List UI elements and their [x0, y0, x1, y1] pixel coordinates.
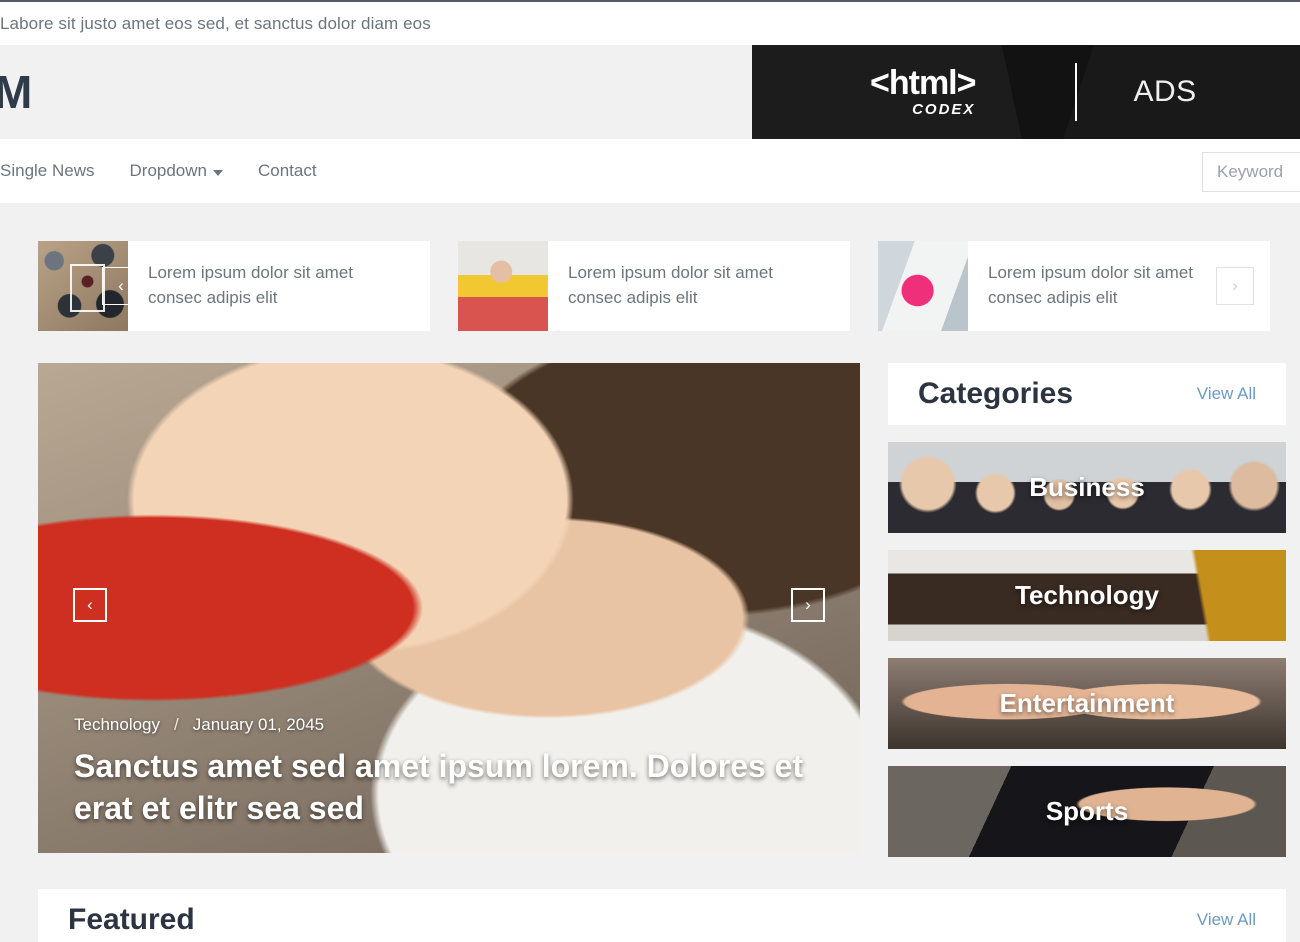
ad-banner[interactable]: <html> CODEX ADS [752, 45, 1300, 139]
search-input[interactable] [1217, 162, 1300, 182]
nav-item-label: Dropdown [129, 161, 208, 180]
ad-codex-text: CODEX [912, 101, 976, 118]
category-label: Entertainment [999, 688, 1175, 718]
news-card[interactable]: Lorem ipsum dolor sit amet consec adipis… [458, 241, 850, 331]
main-content-row: ‹ › Technology / January 01, 2045 Sanctu… [0, 363, 1300, 857]
hero-category[interactable]: Technology [74, 715, 160, 735]
page-root: Labore sit justo amet eos sed, et sanctu… [0, 0, 1300, 942]
news-card-title: Lorem ipsum dolor sit amet consec adipis… [148, 263, 354, 307]
search-box[interactable] [1202, 152, 1300, 192]
category-tile-technology[interactable]: Technology [888, 550, 1286, 641]
site-tagline: Labore sit justo amet eos sed, et sanctu… [0, 13, 431, 33]
categories-title: Categories [918, 377, 1074, 410]
nav-links: Single News Dropdown Contact [0, 161, 317, 181]
chevron-down-icon [213, 169, 223, 176]
category-label: Technology [1015, 580, 1159, 610]
categories-view-all-link[interactable]: View All [1197, 384, 1256, 404]
hero-caption: Technology / January 01, 2045 Sanctus am… [74, 715, 824, 829]
nav-item-single-news[interactable]: Single News [0, 161, 95, 181]
hero-meta: Technology / January 01, 2045 [74, 715, 824, 735]
site-logo[interactable]: M [0, 69, 32, 115]
ad-label: ADS [1133, 75, 1197, 108]
hero-date: January 01, 2045 [192, 714, 325, 734]
hero-prev-icon[interactable]: ‹ [73, 588, 107, 622]
hero-next-icon[interactable]: › [791, 588, 825, 622]
nav-item-label: Contact [258, 161, 317, 180]
hero-headline[interactable]: Sanctus amet sed amet ipsum lorem. Dolor… [74, 745, 824, 829]
news-thumbnail [458, 241, 548, 331]
news-card[interactable]: Lorem ipsum dolor sit amet consec adipis… [878, 241, 1270, 331]
category-label: Business [1029, 472, 1145, 502]
nav-item-label: Single News [0, 161, 95, 180]
nav-item-contact[interactable]: Contact [258, 161, 317, 181]
news-thumbnail [878, 241, 968, 331]
featured-view-all-link[interactable]: View All [1197, 910, 1256, 930]
ad-html-tag-text: <html> [870, 64, 976, 102]
news-carousel-prev-icon[interactable]: ‹ [102, 267, 140, 305]
main-navbar: Single News Dropdown Contact [0, 139, 1300, 203]
top-bar: Labore sit justo amet eos sed, et sanctu… [0, 0, 1300, 45]
site-header: M <html> CODEX ADS [0, 45, 1300, 139]
category-tile-sports[interactable]: Sports [888, 766, 1286, 857]
featured-title: Featured [68, 903, 195, 936]
news-carousel-next-icon[interactable]: › [1216, 267, 1254, 305]
news-card-title: Lorem ipsum dolor sit amet consec adipis… [568, 263, 774, 307]
ad-logo: <html> CODEX [870, 64, 976, 118]
hero-meta-separator: / [174, 714, 179, 734]
featured-header: Featured View All [38, 889, 1286, 942]
news-card[interactable]: Lorem ipsum dolor sit amet consec adipis… [38, 241, 430, 331]
category-tile-entertainment[interactable]: Entertainment [888, 658, 1286, 749]
categories-header: Categories View All [888, 363, 1286, 425]
category-label: Sports [1045, 796, 1129, 826]
ad-divider [1075, 63, 1078, 121]
hero-carousel[interactable]: ‹ › Technology / January 01, 2045 Sanctu… [38, 363, 860, 853]
categories-sidebar: Categories View All Business Technology … [888, 363, 1286, 857]
nav-item-dropdown[interactable]: Dropdown [129, 161, 223, 181]
breaking-news-carousel: Lorem ipsum dolor sit amet consec adipis… [0, 241, 1300, 331]
categories-list: Business Technology Entertainment Sports [888, 442, 1286, 857]
category-tile-business[interactable]: Business [888, 442, 1286, 533]
